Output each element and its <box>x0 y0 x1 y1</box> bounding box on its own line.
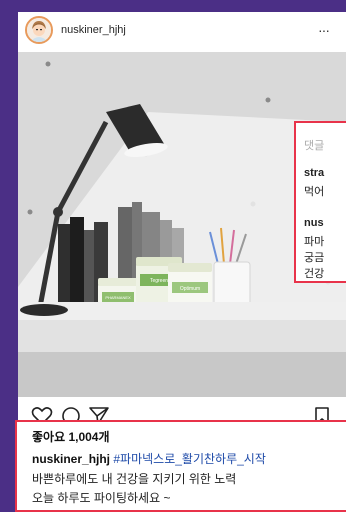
comment-username[interactable]: nus <box>304 217 324 229</box>
caption-text: 바쁜하루에도 내 건강을 지키기 위한 노력 <box>32 472 237 486</box>
likes-count[interactable]: 좋아요 1,004개 <box>32 428 110 445</box>
caption-username[interactable]: nuskiner_hjhj <box>32 452 110 466</box>
comment-text: 건강 <box>304 268 325 280</box>
comment-text: 파마 <box>304 236 325 248</box>
caption-line: nuskiner_hjhj #파마넥스로_활기찬하루_시작 <box>32 450 266 467</box>
comments-header: 댓글 <box>304 140 325 152</box>
post-username[interactable]: nuskiner_hjhj <box>61 24 126 36</box>
comment-panel: 댓글 stra 먹어 nus 파마 궁금 건강 <box>294 121 346 283</box>
more-icon[interactable]: ··· <box>318 22 330 38</box>
comment-text: 먹어 <box>304 186 325 198</box>
comment-text: 궁금 <box>304 252 325 264</box>
post-header: nuskiner_hjhj ··· <box>18 12 346 52</box>
comment-username[interactable]: stra <box>304 167 324 179</box>
avatar[interactable] <box>25 16 53 44</box>
svg-text:PHARMANEX: PHARMANEX <box>105 295 131 300</box>
caption-hashtag[interactable]: #파마넥스로_활기찬하루_시작 <box>113 452 266 466</box>
svg-text:Optimum: Optimum <box>180 286 200 292</box>
caption-text: 오늘 하루도 파이팅하세요 ~ <box>32 491 171 505</box>
caption-box: 좋아요 1,004개 nuskiner_hjhj #파마넥스로_활기찬하루_시작… <box>15 420 346 512</box>
svg-text:Tegreen: Tegreen <box>150 278 168 284</box>
